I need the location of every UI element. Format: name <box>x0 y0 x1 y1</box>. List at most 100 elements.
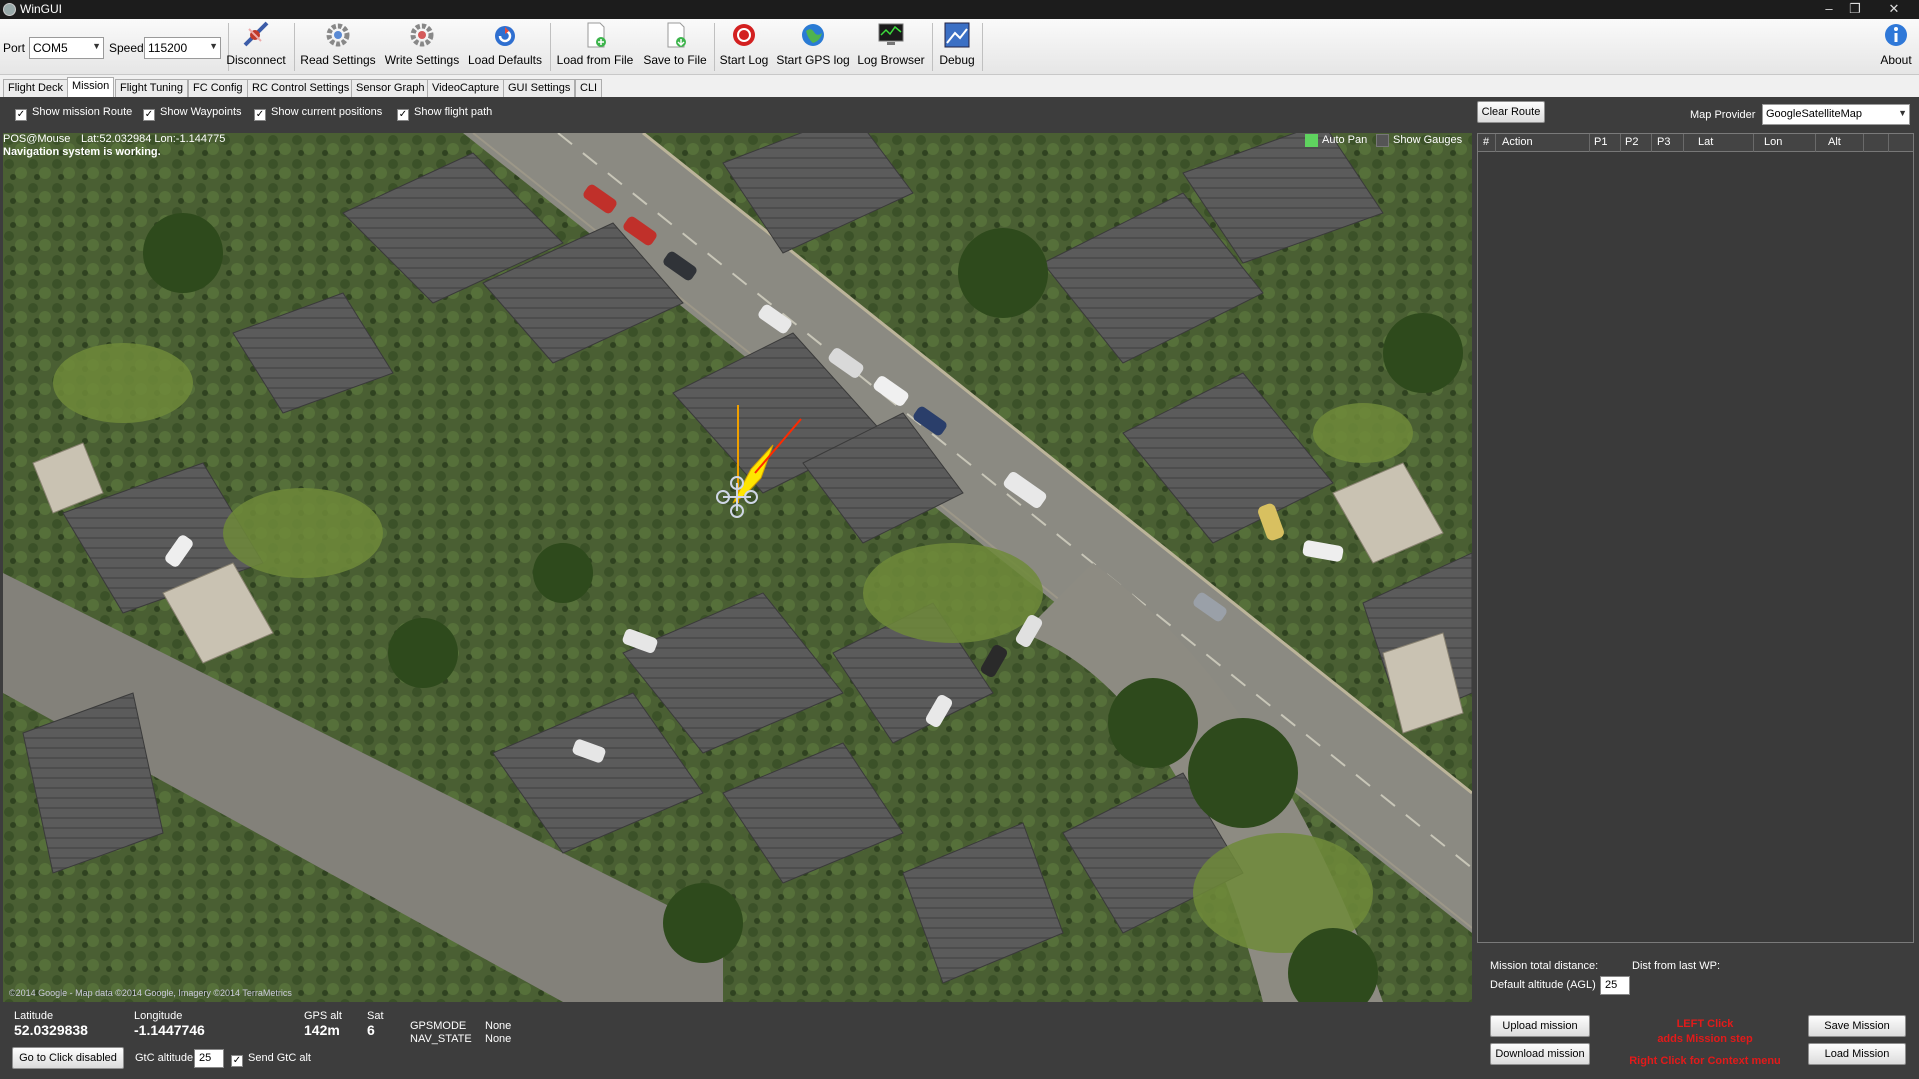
column-divider <box>1683 134 1684 152</box>
hint-right-click: Right Click for Context menu <box>1629 1055 1781 1067</box>
download-mission-button[interactable]: Download mission <box>1490 1043 1590 1065</box>
toolbar-separator <box>714 23 715 71</box>
app-icon <box>3 3 16 16</box>
gpsmode-label: GPSMODE <box>410 1020 467 1032</box>
tab-fc-config[interactable]: FC Config <box>188 79 248 97</box>
start-log-label: Start Log <box>719 53 769 67</box>
gps-alt-value: 142m <box>304 1022 340 1038</box>
gear-icon <box>410 23 434 47</box>
tab-gui-settings[interactable]: GUI Settings <box>503 79 576 97</box>
window-title: WinGUI <box>20 2 62 16</box>
load-defaults-button[interactable]: Load Defaults <box>466 21 544 73</box>
show-gauges-indicator[interactable] <box>1376 134 1389 147</box>
save-mission-button[interactable]: Save Mission <box>1808 1015 1906 1037</box>
load-from-file-button[interactable]: Load from File <box>554 21 636 73</box>
column-header: Action <box>1502 136 1533 148</box>
checkbox-box: ✓ <box>15 109 27 121</box>
latitude-value: 52.0329838 <box>14 1022 88 1038</box>
chevron-down-icon: ▼ <box>1898 108 1907 118</box>
latitude-label: Latitude <box>14 1010 54 1022</box>
log-browser-button[interactable]: Log Browser <box>855 21 927 73</box>
tab-rc-control-settings[interactable]: RC Control Settings <box>247 79 355 97</box>
write-settings-button[interactable]: Write Settings <box>382 21 462 73</box>
map-imagery <box>3 133 1472 1002</box>
dist-from-last-wp-label: Dist from last WP: <box>1632 960 1721 972</box>
port-label: Port <box>3 41 26 55</box>
show-gauges-label: Show Gauges <box>1393 134 1463 146</box>
load-mission-button[interactable]: Load Mission <box>1808 1043 1906 1065</box>
toolbar-separator <box>550 23 551 71</box>
gps-alt-label: GPS alt <box>304 1010 342 1022</box>
restore-button[interactable]: ❐ <box>1841 0 1869 19</box>
checkbox-box: ✓ <box>231 1055 243 1067</box>
read-settings-label: Read Settings <box>300 53 376 67</box>
clear-route-button[interactable]: Clear Route <box>1477 101 1545 123</box>
hint-adds-step: adds Mission step <box>1657 1033 1753 1045</box>
gpsmode-value: None <box>485 1020 512 1032</box>
debug-icon <box>944 22 970 48</box>
tab-flight-deck[interactable]: Flight Deck <box>3 79 69 97</box>
reset-icon <box>495 26 515 46</box>
load-from-file-label: Load from File <box>556 53 634 67</box>
show-current-positions-checkbox[interactable]: ✓ Show current positions <box>254 106 382 121</box>
save-to-file-button[interactable]: Save to File <box>641 21 709 73</box>
about-button[interactable]: About <box>1876 21 1916 73</box>
checkbox-label: Show Waypoints <box>160 106 242 118</box>
send-gtc-alt-checkbox[interactable]: ✓ Send GtC alt <box>231 1052 311 1067</box>
toolbar-separator <box>294 23 295 71</box>
map-provider-select[interactable]: GoogleSatelliteMap ▼ <box>1762 104 1910 125</box>
mission-table[interactable]: # Action P1 P2 P3 Lat Lon Alt <box>1477 133 1914 943</box>
debug-label: Debug <box>939 53 975 67</box>
checkbox-label: Show current positions <box>271 106 383 118</box>
satellite-map[interactable]: POS@Mouse Lat:52.032984 Lon:-1.144775 Na… <box>3 133 1472 1002</box>
tab-mission[interactable]: Mission <box>67 77 115 98</box>
map-provider-value: GoogleSatelliteMap <box>1766 108 1863 120</box>
column-divider <box>1888 134 1889 152</box>
checkbox-label: Show mission Route <box>32 106 133 118</box>
table-header: # Action P1 P2 P3 Lat Lon Alt <box>1478 134 1913 152</box>
globe-icon <box>802 24 824 46</box>
info-icon <box>1885 24 1907 46</box>
start-log-button[interactable]: Start Log <box>717 21 771 73</box>
disconnect-label: Disconnect <box>226 53 286 67</box>
file-save-icon <box>667 22 686 48</box>
tab-cli[interactable]: CLI <box>575 79 603 97</box>
gear-icon <box>326 23 350 47</box>
longitude-label: Longitude <box>134 1010 183 1022</box>
column-divider <box>1651 134 1652 152</box>
gtc-altitude-input[interactable]: 25 <box>194 1049 224 1068</box>
tab-videocapture[interactable]: VideoCapture <box>427 79 505 97</box>
go-to-click-button[interactable]: Go to Click disabled <box>12 1047 124 1069</box>
default-altitude-input[interactable]: 25 <box>1600 976 1630 995</box>
sat-value: 6 <box>367 1022 375 1038</box>
show-flight-path-checkbox[interactable]: ✓ Show flight path <box>397 106 492 121</box>
column-divider <box>1620 134 1621 152</box>
tab-flight-tuning[interactable]: Flight Tuning <box>115 79 188 97</box>
column-divider <box>1495 134 1496 152</box>
upload-mission-button[interactable]: Upload mission <box>1490 1015 1590 1037</box>
show-waypoints-checkbox[interactable]: ✓ Show Waypoints <box>143 106 242 121</box>
close-button[interactable]: ✕ <box>1880 0 1908 19</box>
write-settings-label: Write Settings <box>384 53 460 67</box>
column-header: Lat <box>1698 136 1714 148</box>
show-mission-route-checkbox[interactable]: ✓ Show mission Route <box>15 106 132 121</box>
toolbar-separator <box>982 23 983 71</box>
start-gps-log-label: Start GPS log <box>776 53 850 67</box>
start-gps-log-button[interactable]: Start GPS log <box>775 21 851 73</box>
record-icon <box>733 24 755 46</box>
speed-select[interactable]: 115200 ▼ <box>144 37 221 59</box>
disconnect-button[interactable]: Disconnect <box>224 21 288 73</box>
checkbox-box: ✓ <box>397 109 409 121</box>
tab-strip: Flight Deck Mission Flight Tuning FC Con… <box>0 77 1919 98</box>
plug-icon <box>243 21 269 47</box>
tab-sensor-graph[interactable]: Sensor Graph <box>351 79 430 97</box>
column-header: P3 <box>1657 136 1671 148</box>
debug-button[interactable]: Debug <box>936 21 978 73</box>
auto-pan-indicator[interactable] <box>1305 134 1318 147</box>
minimize-button[interactable]: – <box>1815 0 1843 19</box>
mission-total-distance-label: Mission total distance: <box>1490 960 1599 972</box>
read-settings-button[interactable]: Read Settings <box>300 21 376 73</box>
port-select[interactable]: COM5 ▼ <box>29 37 104 59</box>
column-header: Alt <box>1828 136 1841 148</box>
map-provider-label: Map Provider <box>1690 109 1756 121</box>
